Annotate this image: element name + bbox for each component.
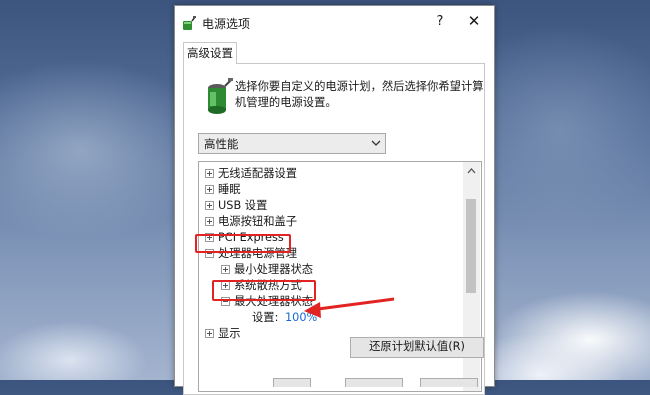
setting-label: 设置:	[252, 311, 279, 324]
tree-item-label: 电源按钮和盖子	[218, 215, 298, 228]
scroll-up-arrow-icon[interactable]	[466, 166, 477, 176]
tree-item-label: PCI Express	[218, 231, 284, 244]
advanced-settings-panel: 选择你要自定义的电源计划，然后选择你希望计算机管理的电源设置。 高性能 无线适配…	[183, 63, 485, 395]
annotation-arrow-icon	[304, 297, 395, 318]
description-text: 选择你要自定义的电源计划，然后选择你希望计算机管理的电源设置。	[235, 80, 484, 109]
tab-advanced-settings[interactable]: 高级设置	[183, 42, 237, 64]
chevron-down-icon	[371, 140, 381, 146]
tree-item-label: USB 设置	[218, 199, 268, 212]
collapse-icon[interactable]	[221, 297, 230, 306]
tree-item-label: 无线适配器设置	[218, 167, 298, 180]
title-bar[interactable]: 电源选项 ? ✕	[175, 6, 494, 38]
cancel-button[interactable]	[345, 378, 403, 387]
tree-item-label: 最小处理器状态	[234, 263, 314, 276]
expand-icon[interactable]	[205, 185, 214, 194]
help-button[interactable]: ?	[433, 14, 447, 29]
collapse-icon[interactable]	[205, 249, 214, 258]
power-plan-select[interactable]: 高性能	[198, 133, 386, 154]
expand-icon[interactable]	[205, 329, 214, 338]
tree-item-label: 睡眠	[218, 183, 241, 196]
tree-item-label: 显示	[218, 327, 241, 340]
restore-defaults-button[interactable]: 还原计划默认值(R)	[350, 337, 484, 358]
expand-icon[interactable]	[205, 217, 214, 226]
ok-button[interactable]	[273, 378, 311, 387]
expand-icon[interactable]	[205, 201, 214, 210]
close-button[interactable]: ✕	[465, 12, 483, 30]
expand-icon[interactable]	[221, 281, 230, 290]
window-title: 电源选项	[202, 17, 251, 31]
power-plan-selected-value: 高性能	[204, 137, 239, 151]
apply-button[interactable]	[420, 378, 478, 387]
expand-icon[interactable]	[205, 169, 214, 178]
expand-icon[interactable]	[205, 233, 214, 242]
scrollbar-thumb[interactable]	[466, 199, 476, 293]
expand-icon[interactable]	[221, 265, 230, 274]
battery-plug-icon	[208, 78, 233, 114]
power-options-icon	[183, 16, 196, 30]
tree-item-label: 处理器电源管理	[218, 247, 298, 260]
